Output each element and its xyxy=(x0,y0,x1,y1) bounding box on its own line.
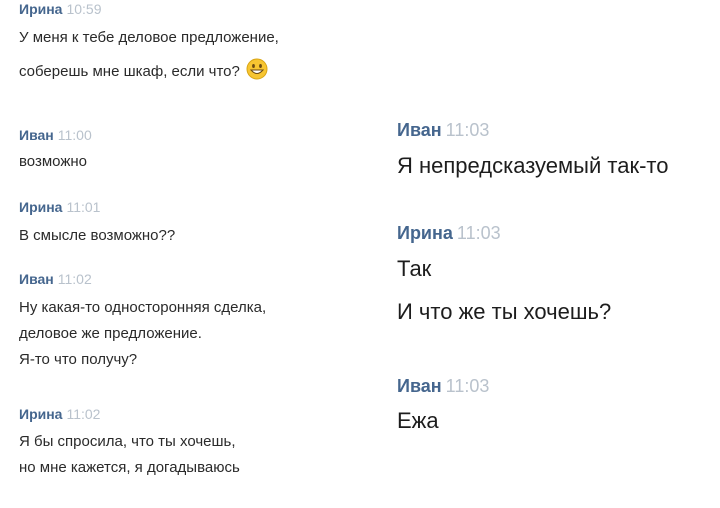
message-header: Иван 11:00 xyxy=(19,128,92,142)
author-name[interactable]: Ирина xyxy=(19,406,62,422)
message-text: И что же ты хочешь? xyxy=(397,299,612,324)
author-name[interactable]: Ирина xyxy=(397,223,453,243)
author-name[interactable]: Иван xyxy=(397,120,442,140)
author-name[interactable]: Иван xyxy=(19,271,54,287)
message-time: 10:59 xyxy=(66,1,102,17)
message-header: Ирина 11:02 xyxy=(19,407,240,421)
message-time: 11:01 xyxy=(66,199,101,215)
message: Иван 11:03 Ежа xyxy=(397,377,489,432)
message: Ирина 11:02 Я бы спросила, что ты хочешь,… xyxy=(19,407,240,475)
message-text: Так xyxy=(397,256,432,281)
message-time: 11:02 xyxy=(57,271,92,287)
author-name[interactable]: Иван xyxy=(19,127,54,143)
message-text-line: соберешь мне шкаф, если что? xyxy=(19,58,279,80)
message-text: У меня к тебе деловое предложение, xyxy=(19,29,279,46)
message-text: Я-то что получу? xyxy=(19,351,138,368)
message: Ирина 11:01 В смысле возможно?? xyxy=(19,200,175,243)
message-text: но мне кажется, я догадываюсь xyxy=(19,459,240,476)
message-time: 11:03 xyxy=(445,376,490,396)
message-text: Ну какая-то односторонняя сделка, xyxy=(19,299,267,316)
message-time: 11:02 xyxy=(66,406,101,422)
author-name[interactable]: Ирина xyxy=(19,199,62,215)
message-header: Иван 11:03 xyxy=(397,121,668,139)
chat-screenshot-right: Иван 11:03 Я непредсказуемый так-то Ирина… xyxy=(372,0,720,508)
message: Иван 11:00 возможно xyxy=(19,128,92,169)
message-time: 11:03 xyxy=(445,120,490,140)
message-header: Ирина 11:03 xyxy=(397,224,611,242)
message: Иван 11:02 Ну какая-то односторонняя сдел… xyxy=(19,272,266,367)
message-text: В смысле возможно?? xyxy=(19,227,176,244)
message-time: 11:03 xyxy=(456,223,501,243)
message-text: Ежа xyxy=(397,408,439,433)
author-name[interactable]: Ирина xyxy=(19,1,62,17)
message: Иван 11:03 Я непредсказуемый так-то xyxy=(397,121,668,177)
message-text: соберешь мне шкаф, если что? xyxy=(19,63,240,80)
message-text: возможно xyxy=(19,153,87,170)
message: Ирина 11:03 Так И что же ты хочешь? xyxy=(397,224,611,323)
message-text: Я бы спросила, что ты хочешь, xyxy=(19,433,236,450)
author-name[interactable]: Иван xyxy=(397,376,442,396)
message-header: Ирина 10:59 xyxy=(19,2,279,16)
message-header: Иван 11:02 xyxy=(19,272,266,286)
chat-screenshot-left: Ирина 10:59 У меня к тебе деловое предлож… xyxy=(0,0,370,508)
message-header: Ирина 11:01 xyxy=(19,200,175,214)
message-text: деловое же предложение. xyxy=(19,325,202,342)
grinning-face-icon xyxy=(246,58,268,80)
message-time: 11:00 xyxy=(57,127,92,143)
message-text: Я непредсказуемый так-то xyxy=(397,153,669,178)
message: Ирина 10:59 У меня к тебе деловое предлож… xyxy=(19,2,279,80)
message-header: Иван 11:03 xyxy=(397,377,489,395)
